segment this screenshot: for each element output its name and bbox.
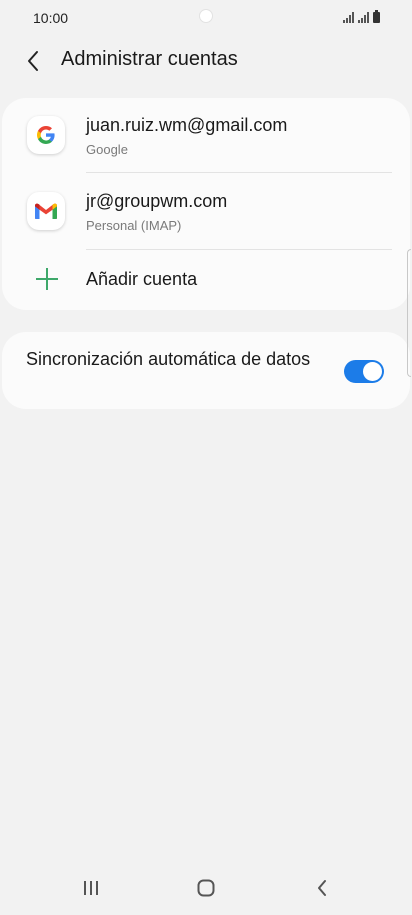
recent-apps-button[interactable] bbox=[71, 872, 111, 904]
status-time: 10:00 bbox=[33, 10, 69, 26]
account-type: Personal (IMAP) bbox=[86, 218, 182, 233]
gmail-icon bbox=[27, 192, 65, 230]
status-icons bbox=[343, 10, 380, 23]
nav-bar bbox=[0, 860, 412, 915]
toggle-knob bbox=[363, 362, 382, 381]
account-row-google[interactable]: juan.ruiz.wm@gmail.com Google bbox=[2, 98, 410, 174]
home-icon bbox=[197, 879, 215, 897]
add-account-button[interactable]: Añadir cuenta bbox=[2, 250, 410, 310]
recent-apps-icon bbox=[84, 881, 98, 895]
back-button[interactable] bbox=[18, 46, 48, 76]
divider bbox=[86, 172, 392, 173]
sync-toggle[interactable] bbox=[344, 360, 384, 383]
sync-label: Sincronización automática de datos bbox=[26, 349, 311, 369]
accounts-card: juan.ruiz.wm@gmail.com Google jr@groupwm… bbox=[2, 98, 410, 310]
plus-icon bbox=[36, 268, 58, 290]
google-icon bbox=[27, 116, 65, 154]
signal-icon bbox=[358, 11, 369, 23]
back-icon bbox=[318, 880, 326, 896]
signal-icon bbox=[343, 11, 354, 23]
header: Administrar cuentas bbox=[0, 36, 412, 86]
chevron-left-icon bbox=[28, 51, 38, 71]
add-account-label: Añadir cuenta bbox=[86, 269, 198, 289]
account-email: juan.ruiz.wm@gmail.com bbox=[86, 115, 288, 135]
account-email: jr@groupwm.com bbox=[86, 191, 228, 211]
battery-icon bbox=[373, 10, 380, 23]
status-bar: 10:00 bbox=[0, 0, 412, 36]
front-camera bbox=[199, 9, 213, 23]
scroll-indicator[interactable] bbox=[407, 249, 411, 377]
home-button[interactable] bbox=[186, 872, 226, 904]
account-type: Google bbox=[86, 142, 128, 157]
page-title: Administrar cuentas bbox=[61, 48, 238, 70]
nav-back-button[interactable] bbox=[302, 872, 342, 904]
account-row-imap[interactable]: jr@groupwm.com Personal (IMAP) bbox=[2, 174, 410, 250]
sync-card[interactable]: Sincronización automática de datos bbox=[2, 332, 410, 409]
